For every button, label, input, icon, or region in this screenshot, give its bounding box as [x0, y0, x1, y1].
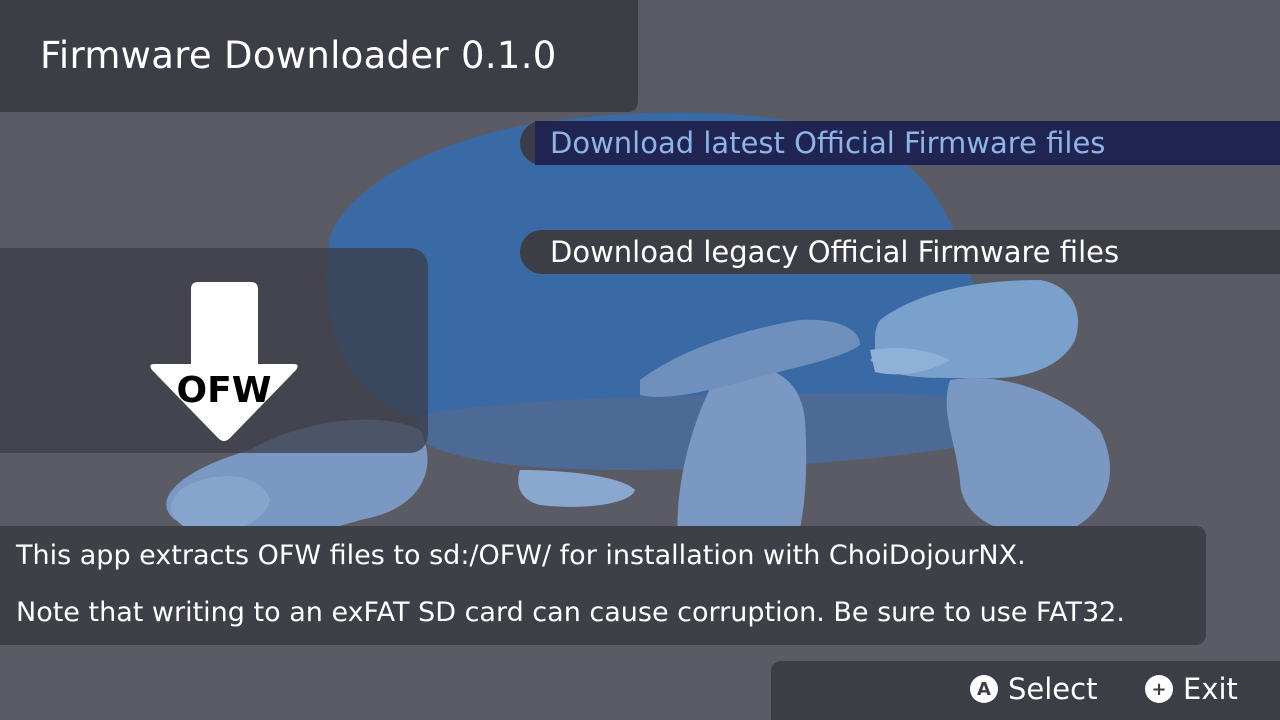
- menu-item-label: Download latest Official Firmware files: [550, 126, 1106, 160]
- exit-label: Exit: [1183, 672, 1238, 706]
- menu-item-download-legacy[interactable]: Download legacy Official Firmware files: [520, 230, 1280, 274]
- info-text-line-1: This app extracts OFW files to sd:/OFW/ …: [16, 540, 1026, 571]
- menu-item-download-latest[interactable]: Download latest Official Firmware files: [520, 121, 1280, 165]
- exit-button[interactable]: + Exit: [1145, 672, 1238, 706]
- info-text-line-2: Note that writing to an exFAT SD card ca…: [16, 597, 1125, 628]
- title-bar: Firmware Downloader 0.1.0: [0, 0, 638, 112]
- select-button[interactable]: A Select: [970, 672, 1097, 706]
- info-panel: This app extracts OFW files to sd:/OFW/ …: [0, 526, 1206, 645]
- ofw-icon-label: OFW: [177, 370, 272, 411]
- ofw-download-icon: OFW: [150, 282, 298, 441]
- select-label: Select: [1008, 672, 1098, 706]
- menu-item-label: Download legacy Official Firmware files: [550, 235, 1120, 269]
- footer-bar: A Select + Exit: [771, 661, 1280, 720]
- app-title: Firmware Downloader 0.1.0: [40, 34, 557, 77]
- a-button-icon: A: [970, 675, 998, 703]
- plus-button-icon: +: [1145, 675, 1173, 703]
